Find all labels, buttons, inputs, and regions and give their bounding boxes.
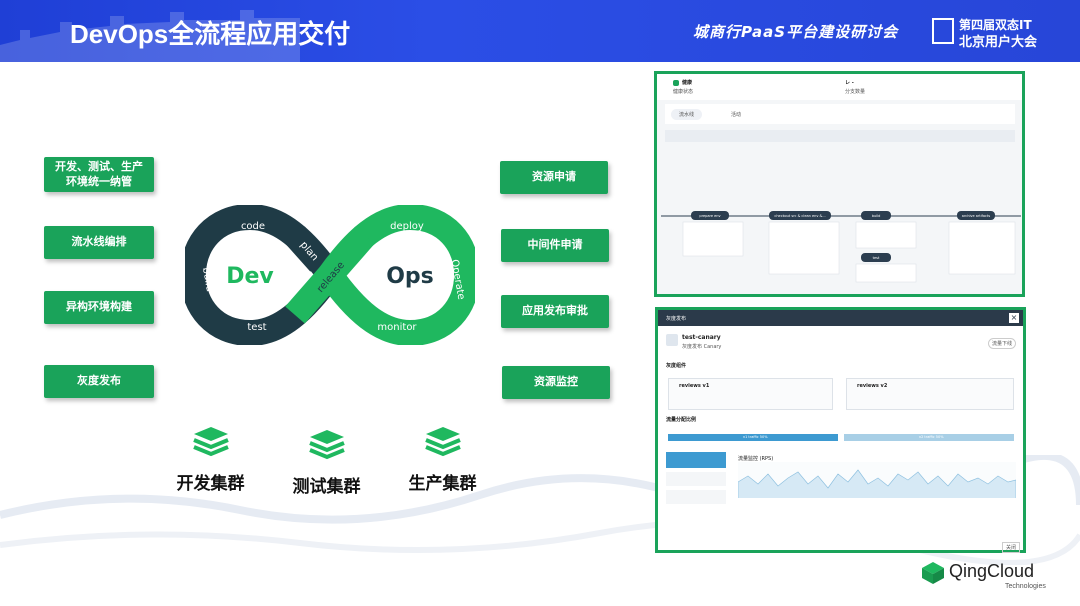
btn-hetero-build: 异构环境构建 (44, 291, 154, 324)
canary-screenshot: 灰度发布 × test-canary 灰度发布 Canary 流量下线 灰度组件… (655, 307, 1026, 553)
stage-prepare-env: prepare env (699, 214, 720, 218)
devops-loop-diagram: Dev Ops code build test plan release dep… (185, 205, 475, 345)
btn-release-approval-label: 应用发布审批 (522, 304, 588, 318)
health-icon (673, 80, 679, 86)
ops-label: Ops (386, 264, 434, 289)
qingcloud-cube-icon (922, 562, 944, 584)
btn-middleware-request-label: 中间件申请 (527, 238, 583, 252)
layers-icon (308, 430, 345, 460)
conference-line-2: 北京用户大会 (959, 35, 1038, 50)
conference-logo-icon (932, 18, 954, 44)
qingcloud-name: QingCloud (949, 561, 1035, 581)
btn-canary: 灰度发布 (44, 365, 154, 398)
metric-card-2 (666, 472, 726, 486)
traffic-chart (738, 462, 1016, 498)
stage-code: code (241, 221, 265, 232)
slide-title: DevOps全流程应用交付 (70, 19, 351, 49)
traffic-bar-v1: v1 traffic 50% (668, 434, 838, 441)
qingcloud-sub: Technologies (1005, 583, 1046, 590)
stage-build: build (872, 214, 881, 218)
layers-icon (192, 427, 229, 457)
traffic-bar-v2-label: v2 traffic 50% (919, 435, 944, 439)
btn-resource-request-label: 资源申请 (532, 170, 576, 184)
cluster-dev: 开发集群 (173, 425, 248, 494)
pipeline-status-sub: 健康状态 (673, 89, 694, 95)
canary-titlebar: 灰度发布 × (658, 310, 1023, 326)
btn-resource-monitor: 资源监控 (502, 366, 610, 399)
section-traffic: 流量分配比例 (666, 417, 697, 423)
version-card-v1: reviews v1 (668, 378, 833, 410)
pipeline-branch-sub: 分支数量 (845, 89, 866, 95)
canary-icon (666, 334, 678, 346)
close-button[interactable]: 关闭 (1002, 542, 1021, 553)
chart-title: 流量监控 (RPS) (738, 456, 774, 462)
btn-unified-env: 开发、测试、生产环境统一纳管 (44, 157, 154, 192)
btn-pipeline-label: 流水线编排 (71, 235, 127, 249)
pipeline-branch: レ - (845, 80, 854, 86)
btn-resource-request: 资源申请 (500, 161, 608, 194)
tab-pipeline[interactable]: 流水线 (671, 109, 703, 120)
canary-name: test-canary (682, 334, 721, 341)
pipeline-toolbar (665, 130, 1015, 142)
stage-checkout: checkout src & clean env &... (774, 214, 825, 218)
cluster-prod-label: 生产集群 (408, 474, 477, 493)
version-v1-label: reviews v1 (679, 383, 710, 389)
event-name: 城商行PaaS平台建设研讨会 (693, 23, 899, 41)
version-v2-label: reviews v2 (857, 383, 888, 389)
traffic-bar-v2: v2 traffic 50% (844, 434, 1014, 441)
btn-pipeline: 流水线编排 (44, 226, 154, 259)
canary-dialog-title: 灰度发布 (666, 316, 687, 322)
metric-card-active (666, 452, 726, 468)
pipeline-tabs: 流水线 活动 (665, 104, 1015, 124)
stage-archive: archive artifacts (962, 214, 991, 218)
stage-test: test (247, 322, 266, 333)
canary-name-sub: 灰度发布 Canary (682, 344, 722, 350)
dev-label: Dev (226, 264, 274, 289)
btn-hetero-build-label: 异构环境构建 (66, 300, 132, 314)
btn-middleware-request: 中间件申请 (501, 229, 609, 262)
pipeline-header: 健康 健康状态 レ - 分支数量 (657, 74, 1022, 100)
metric-card-3 (666, 490, 726, 504)
cluster-prod: 生产集群 (405, 425, 480, 494)
slide-header: DevOps全流程应用交付 城商行PaaS平台建设研讨会 第四届双态IT 北京用… (0, 0, 1080, 62)
section-components: 灰度组件 (666, 363, 687, 369)
stage-deploy: deploy (390, 221, 424, 232)
stage-monitor: monitor (377, 322, 417, 333)
version-card-v2: reviews v2 (846, 378, 1014, 410)
tab-activity[interactable]: 活动 (731, 111, 741, 118)
take-offline-button[interactable]: 流量下线 (988, 338, 1017, 349)
close-icon[interactable]: × (1009, 313, 1019, 323)
cluster-dev-label: 开发集群 (176, 474, 245, 493)
btn-resource-monitor-label: 资源监控 (534, 375, 578, 389)
pipeline-status: 健康 (682, 80, 693, 86)
btn-canary-label: 灰度发布 (77, 374, 121, 388)
btn-release-approval: 应用发布审批 (501, 295, 609, 328)
pipeline-graph: prepare env checkout src & clean env &..… (661, 211, 1021, 283)
traffic-bar-v1-label: v1 traffic 50% (743, 435, 768, 439)
stage-test: test (873, 256, 880, 260)
cluster-test-label: 测试集群 (292, 477, 361, 496)
layers-icon (424, 427, 461, 457)
cluster-test: 测试集群 (289, 428, 364, 497)
pipeline-screenshot: 健康 健康状态 レ - 分支数量 流水线 活动 prepare env chec… (654, 71, 1025, 297)
btn-unified-env-label: 开发、测试、生产环境统一纳管 (55, 160, 143, 188)
